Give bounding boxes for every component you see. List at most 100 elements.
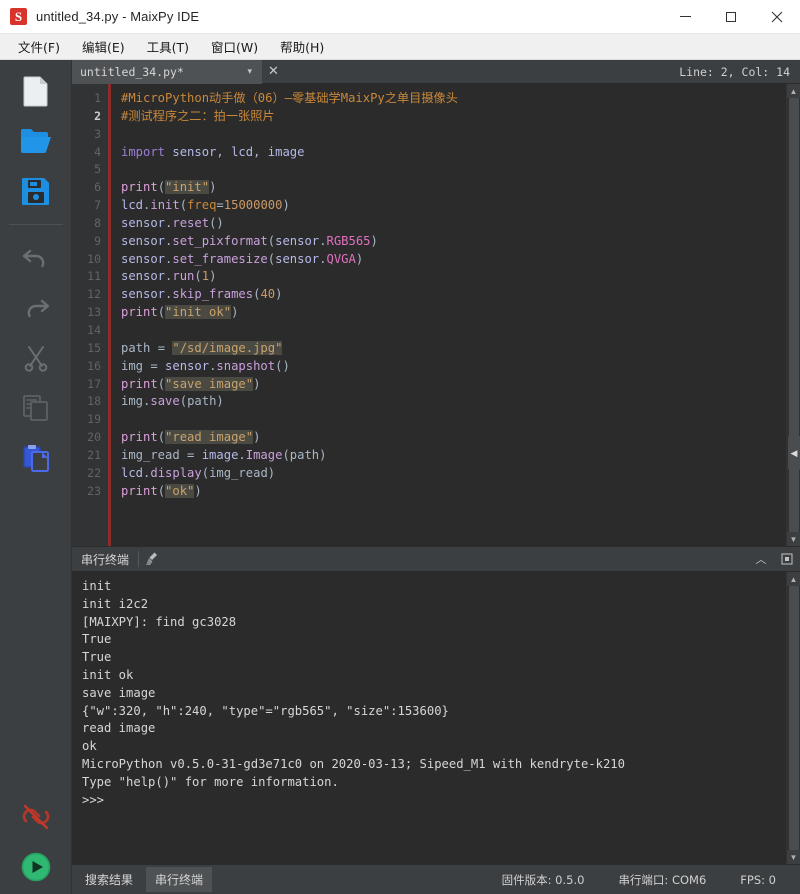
collapse-panel-handle[interactable]: ◀: [788, 436, 800, 470]
code-token: "read image": [165, 430, 254, 445]
line-number: 7: [94, 198, 101, 213]
close-button[interactable]: [754, 0, 800, 34]
chevron-down-icon[interactable]: ▾: [241, 66, 258, 77]
code-editor[interactable]: 1 2 3 4 5 6 7 8 9 10 11 12 13 14 15 16 17 18 19 20 21 22 23 #M…: [72, 84, 800, 546]
terminal-output[interactable]: init init i2c2 [MAIXPY]: find gc3028 True Tr…: [72, 572, 786, 864]
status-tab-search-results[interactable]: 搜索结果: [76, 867, 142, 892]
code-token: lcd: [121, 465, 144, 480]
terminal-line: ok: [82, 739, 97, 754]
tab-untitled-34[interactable]: untitled_34.py* ▾: [72, 59, 262, 84]
code-token: (: [179, 394, 188, 409]
menu-edit[interactable]: 编辑(E): [72, 34, 135, 59]
redo-button[interactable]: [13, 285, 59, 331]
maximize-button[interactable]: [708, 0, 754, 34]
code-text-area[interactable]: #MicroPython动手做（06）—零基础学MaixPy之单目摄像头 #测试程…: [111, 84, 786, 546]
code-line: print("ok"): [121, 483, 786, 501]
code-token: #MicroPython动手做（06）—零基础学MaixPy之单目摄像头: [121, 91, 458, 105]
code-line: print("init"): [121, 179, 786, 197]
code-token: (: [157, 305, 166, 320]
code-token: .: [238, 447, 246, 462]
code-token: =: [216, 198, 224, 213]
code-token: image: [201, 447, 239, 462]
toolbar-divider: [8, 224, 63, 225]
code-token: print: [121, 376, 158, 391]
line-number: 3: [94, 126, 101, 141]
disconnect-button[interactable]: [13, 794, 59, 840]
editor-tab-bar: untitled_34.py* ▾ ✕ Line: 2, Col: 14: [72, 59, 800, 84]
float-terminal-icon[interactable]: [774, 546, 800, 572]
cut-button[interactable]: [13, 335, 59, 381]
serial-port-label: 串行端口: COM6: [618, 872, 707, 887]
code-token: path: [121, 340, 151, 355]
open-folder-icon: [20, 129, 51, 154]
line-number: 20: [87, 430, 101, 445]
code-token: print: [121, 483, 158, 498]
terminal-scroll-up-icon[interactable]: ▲: [787, 572, 800, 586]
code-token: "ok": [165, 483, 195, 498]
menu-help[interactable]: 帮助(H): [270, 34, 334, 59]
main-body: untitled_34.py* ▾ ✕ Line: 2, Col: 14 123…: [0, 59, 800, 894]
minimize-button[interactable]: [662, 0, 708, 34]
copy-button[interactable]: [13, 385, 59, 431]
terminal-line: True: [82, 632, 112, 647]
redo-icon: [27, 299, 49, 318]
line-number: 18: [87, 394, 101, 409]
code-token: freq: [187, 198, 217, 213]
code-token: =: [179, 447, 202, 462]
code-token: (): [275, 358, 290, 373]
code-line: img = sensor.snapshot(): [121, 358, 786, 376]
window-controls: [662, 0, 800, 34]
clear-terminal-button[interactable]: [139, 546, 165, 572]
line-number: 22: [87, 465, 101, 480]
terminal-scroll-down-icon[interactable]: ▼: [787, 850, 800, 864]
code-token: run: [172, 269, 195, 284]
code-token: set_pixformat: [172, 233, 268, 248]
close-tab-icon[interactable]: ✕: [262, 64, 285, 79]
firmware-version-label: 固件版本: 0.5.0: [501, 872, 585, 887]
terminal-vertical-scrollbar[interactable]: ▲ ▼: [786, 572, 800, 864]
tab-label: untitled_34.py*: [80, 64, 184, 79]
code-token: ): [253, 376, 261, 391]
editor-vertical-scrollbar[interactable]: ▲ ▼: [786, 84, 800, 546]
code-token: ): [370, 233, 378, 248]
terminal-title: 串行终端: [81, 552, 130, 567]
menu-file[interactable]: 文件(F): [8, 34, 70, 59]
code-token: sensor: [121, 287, 166, 302]
open-file-button[interactable]: [13, 118, 59, 164]
code-line: sensor.run(1): [121, 268, 786, 286]
code-token: (: [282, 447, 290, 462]
terminal-panel[interactable]: init init i2c2 [MAIXPY]: find gc3028 True Tr…: [72, 572, 800, 864]
code-token: "init": [165, 180, 210, 195]
code-token: ): [282, 198, 290, 213]
line-number: 16: [87, 358, 101, 373]
code-line: import sensor, lcd, image: [121, 144, 786, 162]
run-icon: [21, 852, 50, 882]
save-button[interactable]: [13, 168, 59, 214]
undo-button[interactable]: [13, 235, 59, 281]
new-file-button[interactable]: [13, 68, 59, 114]
code-token: #测试程序之二：拍一张照片: [121, 108, 275, 123]
code-token: QVGA: [326, 251, 356, 266]
code-token: 1: [201, 269, 210, 284]
menu-tools[interactable]: 工具(T): [137, 34, 199, 59]
restore-icon: [781, 553, 793, 565]
terminal-scrollbar-thumb[interactable]: [788, 586, 799, 850]
collapse-terminal-icon[interactable]: ︿: [748, 546, 774, 572]
terminal-line: init i2c2: [82, 596, 149, 611]
code-token: sensor: [121, 215, 166, 230]
paste-button[interactable]: [13, 435, 59, 481]
code-token: "save image": [165, 376, 254, 391]
run-button[interactable]: [13, 844, 59, 890]
status-tab-serial-terminal[interactable]: 串行终端: [146, 867, 213, 892]
code-line: lcd.init(freq=15000000): [121, 197, 786, 215]
scroll-up-icon[interactable]: ▲: [787, 84, 800, 98]
menu-window[interactable]: 窗口(W): [201, 34, 268, 59]
terminal-header: 串行终端 ︿: [72, 546, 800, 572]
terminal-scrollbar-track[interactable]: [786, 586, 800, 850]
line-number: 17: [87, 376, 101, 391]
scroll-down-icon[interactable]: ▼: [787, 532, 800, 546]
code-line: print("save image"): [121, 376, 786, 394]
cursor-position-indicator: Line: 2, Col: 14: [679, 64, 790, 79]
